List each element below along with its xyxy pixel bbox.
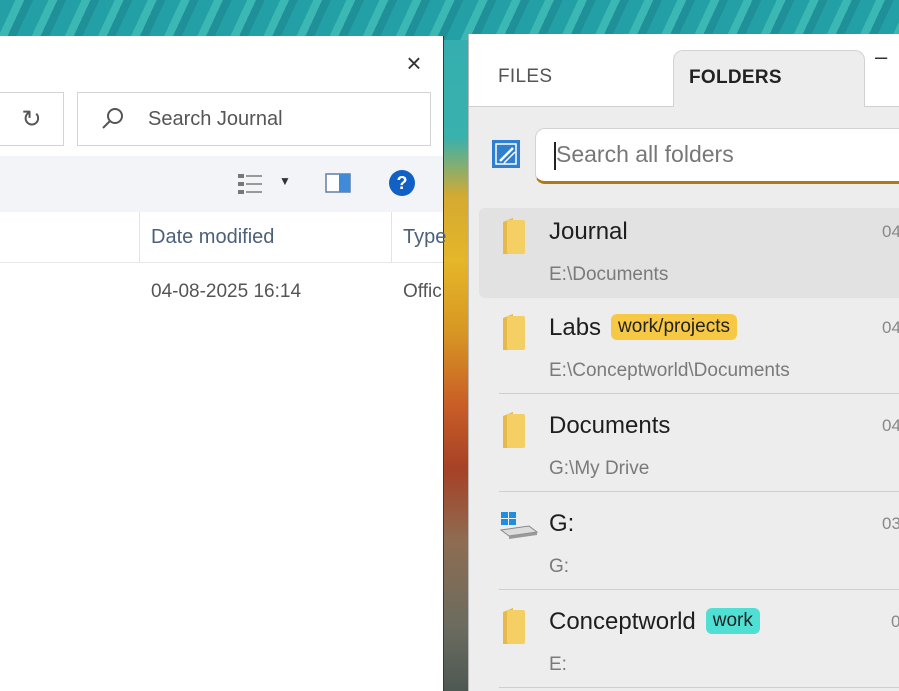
refresh-button[interactable]: ↻: [0, 92, 64, 146]
explorer-search-box[interactable]: Search Journal: [77, 92, 431, 146]
list-item[interactable]: Journal E:\Documents 04: [479, 208, 899, 298]
list-item[interactable]: Conceptworld work E: 0: [479, 598, 899, 688]
divider: [499, 687, 899, 688]
explorer-title-area: × ↻ Search Journal: [0, 36, 443, 156]
wallpaper-strip: [444, 40, 469, 691]
refresh-icon: ↻: [21, 105, 42, 133]
folder-date: 04: [882, 416, 899, 435]
close-icon[interactable]: ×: [400, 50, 428, 78]
tab-folders-label: FOLDERS: [689, 67, 782, 88]
column-date-modified[interactable]: Date modified: [151, 226, 274, 249]
column-type[interactable]: Type: [403, 226, 446, 249]
folder-date: 0: [891, 612, 899, 632]
divider: [499, 589, 899, 590]
list-item[interactable]: G: G: 03: [479, 500, 899, 590]
file-row-type[interactable]: Offic: [403, 281, 442, 303]
chevron-down-icon[interactable]: ▼: [279, 174, 291, 188]
tag-badge[interactable]: work/projects: [611, 314, 737, 340]
folder-name: Conceptworld: [549, 608, 696, 635]
file-explorer-window: × ↻ Search Journal ▼ ? Date modified Typ…: [0, 36, 446, 691]
file-row-date[interactable]: 04-08-2025 16:14: [151, 281, 301, 303]
folder-search-panel: FILES FOLDERS – Search all folders Journ…: [468, 34, 899, 691]
drive-date: 03: [882, 514, 899, 533]
folder-search-placeholder: Search all folders: [556, 141, 734, 167]
folder-name: Documents: [549, 412, 671, 439]
explorer-search-placeholder: Search Journal: [148, 107, 283, 130]
folder-search-input[interactable]: Search all folders: [535, 128, 899, 184]
preview-pane-icon[interactable]: [325, 172, 351, 199]
folder-path: E:: [549, 654, 567, 675]
folder-name-line: Labs work/projects: [549, 314, 737, 342]
folder-date: 04: [882, 318, 899, 337]
folder-path: E:\Documents: [549, 264, 669, 285]
list-item[interactable]: Labs work/projects E:\Conceptworld\Docume…: [479, 304, 899, 394]
column-divider[interactable]: [391, 212, 392, 262]
divider: [499, 393, 899, 394]
explorer-toolbar: ▼ ?: [0, 156, 443, 212]
minimize-button[interactable]: –: [875, 44, 887, 70]
folder-name: Journal: [549, 218, 628, 245]
folder-icon: [499, 410, 529, 455]
folder-icon: [499, 606, 529, 651]
column-divider[interactable]: [139, 212, 140, 262]
list-item[interactable]: Documents G:\My Drive 04: [479, 402, 899, 492]
column-header-row: Date modified Type: [0, 212, 446, 263]
folder-icon: [499, 312, 529, 357]
tab-files[interactable]: FILES: [498, 66, 552, 88]
folder-path: E:\Conceptworld\Documents: [549, 360, 790, 381]
help-icon[interactable]: ?: [389, 170, 415, 196]
folder-name-line: Conceptworld work: [549, 608, 760, 636]
drive-name: G:: [549, 510, 575, 537]
tag-badge[interactable]: work: [705, 608, 760, 634]
panel-tab-bar: FILES FOLDERS –: [469, 34, 899, 107]
folder-icon: [499, 216, 529, 261]
drive-path: G:: [549, 556, 570, 577]
folder-name: Labs: [549, 314, 602, 341]
folder-path: G:\My Drive: [549, 458, 650, 479]
divider: [499, 491, 899, 492]
folder-date: 04: [882, 222, 899, 241]
search-icon: [78, 106, 148, 132]
details-view-icon[interactable]: [237, 172, 263, 201]
drive-icon: [499, 508, 539, 545]
tab-folders[interactable]: FOLDERS: [673, 50, 865, 107]
edit-icon[interactable]: [491, 139, 521, 169]
